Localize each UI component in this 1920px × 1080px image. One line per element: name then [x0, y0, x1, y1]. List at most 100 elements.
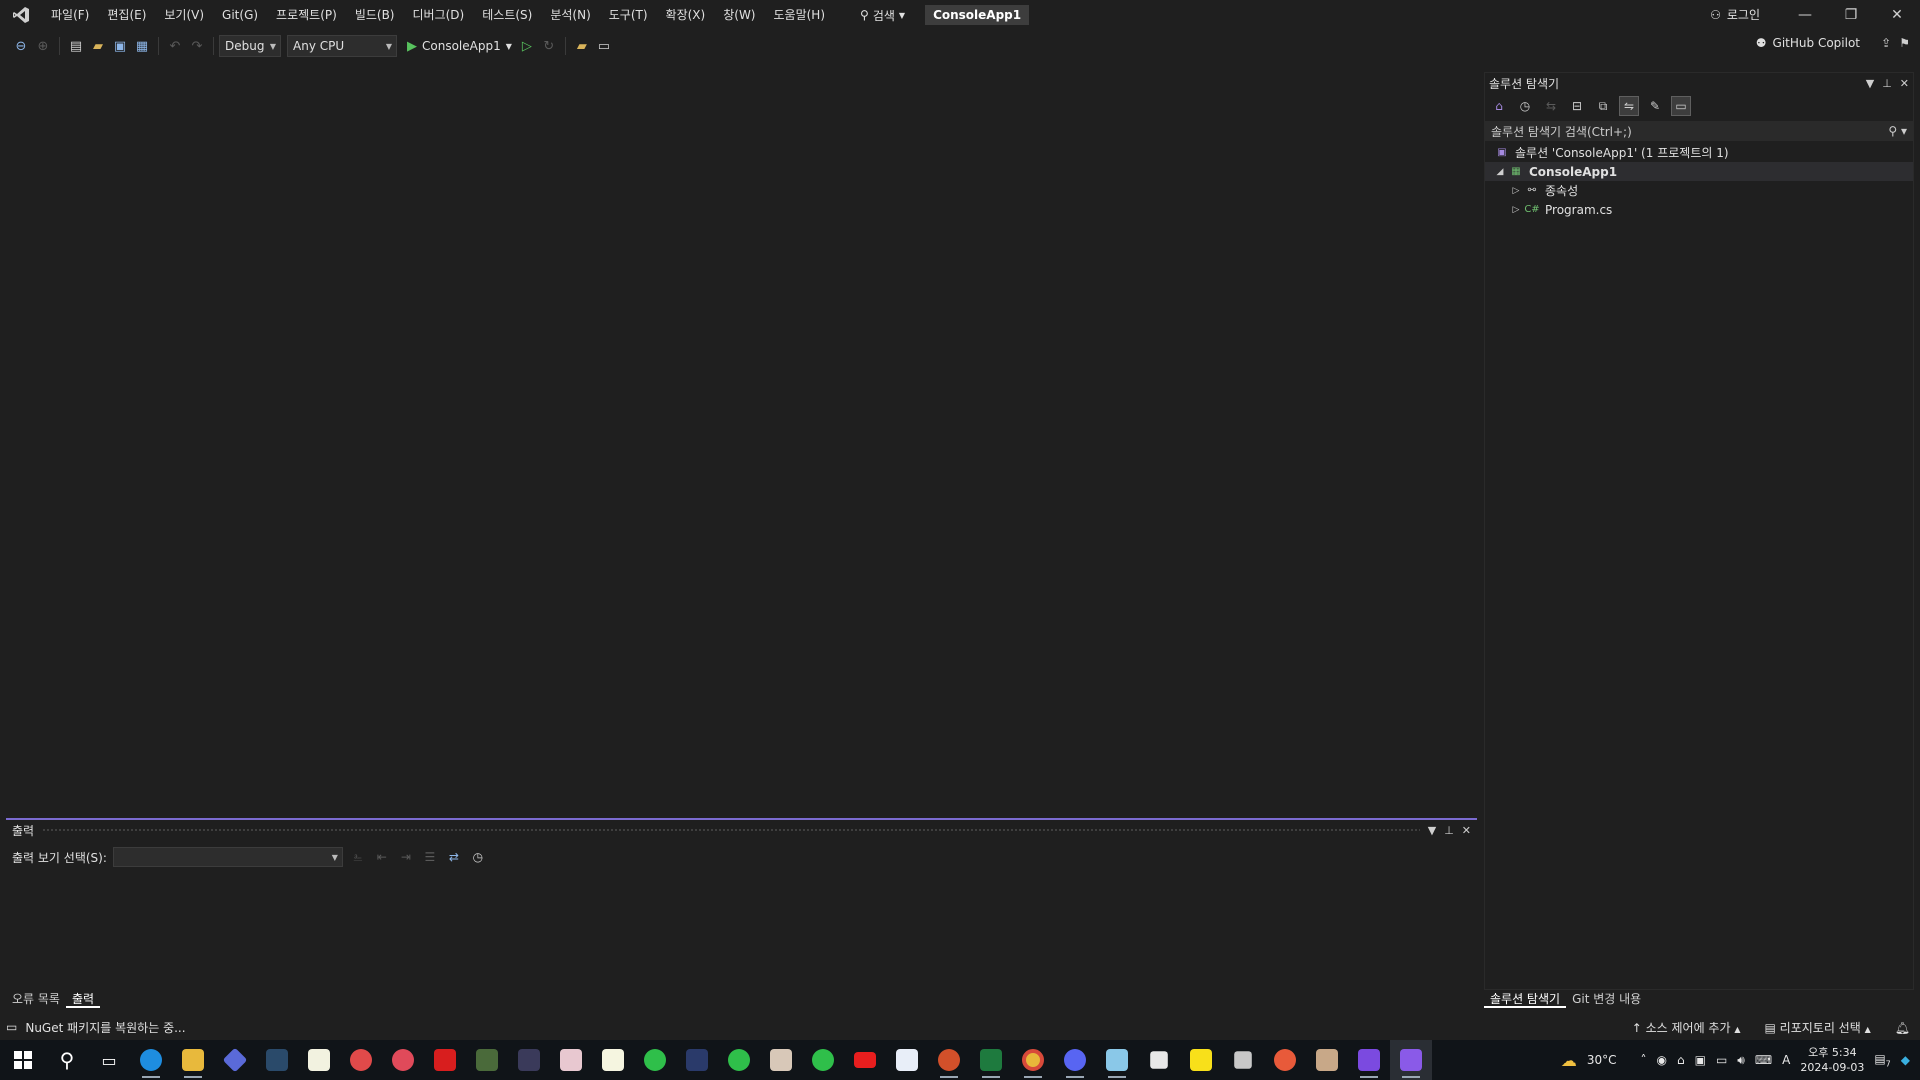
- login-button[interactable]: ⚇ 로그인: [1710, 6, 1760, 23]
- powerpoint-icon[interactable]: [928, 1040, 970, 1080]
- app-icon-3[interactable]: [382, 1040, 424, 1080]
- menu-file[interactable]: 파일(F): [42, 3, 98, 27]
- tab-error-list[interactable]: 오류 목록: [6, 988, 66, 1008]
- global-search-button[interactable]: ⚲ 검색 ▼: [854, 7, 911, 24]
- app-icon-6[interactable]: [508, 1040, 550, 1080]
- redo-icon[interactable]: ↷: [186, 35, 208, 57]
- home-icon[interactable]: ⌂: [1489, 96, 1509, 116]
- record-icon[interactable]: ◉: [1656, 1053, 1666, 1067]
- app-icon-14[interactable]: [1306, 1040, 1348, 1080]
- start-without-debugging-icon[interactable]: ▷: [516, 35, 538, 57]
- add-to-source-control-button[interactable]: ↑ 소스 제어에 추가 ▲: [1632, 1019, 1741, 1036]
- pin-icon[interactable]: ⊥: [1882, 77, 1892, 90]
- minimize-button[interactable]: —: [1782, 0, 1828, 30]
- next-message-icon[interactable]: ⇥: [397, 848, 415, 866]
- layout-icon[interactable]: ▭: [593, 35, 615, 57]
- app-icon-7[interactable]: [550, 1040, 592, 1080]
- chrome-icon[interactable]: [1012, 1040, 1054, 1080]
- menu-edit[interactable]: 편집(E): [98, 3, 155, 27]
- window-position-icon[interactable]: ▼: [1428, 824, 1436, 837]
- clear-all-icon[interactable]: ☰: [421, 848, 439, 866]
- word-wrap-icon[interactable]: ⇄: [445, 848, 463, 866]
- menu-window[interactable]: 창(W): [714, 3, 764, 27]
- line-icon-1[interactable]: [634, 1040, 676, 1080]
- pin-icon[interactable]: ⊥: [1444, 824, 1454, 837]
- app-icon-8[interactable]: [592, 1040, 634, 1080]
- navigate-forward-icon[interactable]: ⊕: [32, 35, 54, 57]
- youtube-icon[interactable]: [844, 1040, 886, 1080]
- steam-icon[interactable]: [256, 1040, 298, 1080]
- feedback-icon[interactable]: ⚑: [1899, 36, 1910, 50]
- copilot-app-icon[interactable]: [214, 1040, 256, 1080]
- app-icon-12[interactable]: [1096, 1040, 1138, 1080]
- expanded-arrow-icon[interactable]: ◢: [1493, 167, 1507, 177]
- tab-output[interactable]: 출력: [65, 988, 101, 1008]
- find-message-icon[interactable]: ⎁: [349, 848, 367, 866]
- hot-reload-icon[interactable]: ↻: [538, 35, 560, 57]
- restore-button[interactable]: ❐: [1828, 0, 1874, 30]
- menu-debug[interactable]: 디버그(D): [404, 3, 474, 27]
- menu-view[interactable]: 보기(V): [155, 3, 213, 27]
- switch-views-icon[interactable]: ⇋: [1619, 96, 1639, 116]
- tree-item-program-cs[interactable]: ▷ C# Program.cs: [1485, 200, 1913, 219]
- save-icon[interactable]: ▣: [109, 35, 131, 57]
- clock[interactable]: 오후 5:34 2024-09-03: [1800, 1045, 1864, 1075]
- close-window-button[interactable]: ✕: [1874, 0, 1920, 30]
- visual-studio-active-icon[interactable]: [1390, 1040, 1432, 1080]
- share-icon[interactable]: ⇪: [1881, 36, 1891, 50]
- timestamp-icon[interactable]: ◷: [469, 848, 487, 866]
- tree-item-solution[interactable]: ▣ 솔루션 'ConsoleApp1' (1 프로젝트의 1): [1485, 143, 1913, 162]
- app-icon-10[interactable]: [760, 1040, 802, 1080]
- windows-start-button[interactable]: [0, 1040, 46, 1080]
- network-icon[interactable]: ▭: [1716, 1053, 1727, 1067]
- close-icon[interactable]: ✕: [1900, 77, 1909, 90]
- sync-active-document-icon[interactable]: ⇆: [1541, 96, 1561, 116]
- menu-tools[interactable]: 도구(T): [600, 3, 657, 27]
- start-debugging-button[interactable]: ▶ ConsoleApp1 ▼: [403, 39, 516, 54]
- app-icon-1[interactable]: [298, 1040, 340, 1080]
- kakaotalk-icon[interactable]: [1180, 1040, 1222, 1080]
- open-file-icon[interactable]: ▰: [87, 35, 109, 57]
- solution-configuration-dropdown[interactable]: Debug ▼: [219, 35, 281, 57]
- app-icon-13[interactable]: [1264, 1040, 1306, 1080]
- navigate-back-icon[interactable]: ⊖: [10, 35, 32, 57]
- close-icon[interactable]: ✕: [1462, 824, 1471, 837]
- volume-icon[interactable]: 🔊︎: [1737, 1053, 1745, 1068]
- line-icon-3[interactable]: [802, 1040, 844, 1080]
- collapsed-arrow-icon[interactable]: ▷: [1509, 205, 1523, 215]
- visual-studio-icon[interactable]: [1348, 1040, 1390, 1080]
- collapsed-arrow-icon[interactable]: ▷: [1509, 186, 1523, 196]
- previous-message-icon[interactable]: ⇤: [373, 848, 391, 866]
- tree-item-dependencies[interactable]: ▷ ⚯ 종속성: [1485, 181, 1913, 200]
- menu-git[interactable]: Git(G): [213, 3, 267, 27]
- discord-icon[interactable]: [1054, 1040, 1096, 1080]
- weather-icon[interactable]: ☁: [1561, 1051, 1577, 1070]
- tab-git-changes[interactable]: Git 변경 내용: [1566, 988, 1647, 1008]
- keyboard-icon[interactable]: ⌨: [1755, 1053, 1772, 1067]
- new-project-icon[interactable]: ▤: [65, 35, 87, 57]
- app-icon-11[interactable]: [886, 1040, 928, 1080]
- menu-analyze[interactable]: 분석(N): [541, 3, 599, 27]
- usb-icon[interactable]: ⌂: [1677, 1053, 1685, 1067]
- file-explorer-icon[interactable]: [172, 1040, 214, 1080]
- unity-icon[interactable]: [1138, 1040, 1180, 1080]
- output-source-dropdown[interactable]: ▼: [112, 847, 343, 867]
- notification-center-icon[interactable]: ▤7: [1874, 1052, 1890, 1068]
- visual-studio-logo-icon[interactable]: [10, 4, 32, 26]
- tab-solution-explorer[interactable]: 솔루션 탐색기: [1484, 988, 1567, 1008]
- temperature[interactable]: 30°C: [1587, 1053, 1617, 1067]
- taskbar-search-icon[interactable]: ⚲: [46, 1040, 88, 1080]
- excel-icon[interactable]: [970, 1040, 1012, 1080]
- tree-item-project[interactable]: ◢ ▦ ConsoleApp1: [1485, 162, 1913, 181]
- window-position-icon[interactable]: ▼: [1866, 77, 1874, 90]
- menu-extensions[interactable]: 확장(X): [657, 3, 715, 27]
- menu-help[interactable]: 도움말(H): [765, 3, 835, 27]
- edge-browser-icon[interactable]: [130, 1040, 172, 1080]
- app-icon-2[interactable]: [340, 1040, 382, 1080]
- widgets-icon[interactable]: ◆: [1901, 1053, 1910, 1067]
- app-icon-5[interactable]: [466, 1040, 508, 1080]
- display-icon[interactable]: ▣: [1695, 1053, 1706, 1067]
- task-view-icon[interactable]: ▭: [88, 1040, 130, 1080]
- ime-indicator[interactable]: A: [1782, 1053, 1790, 1067]
- menu-build[interactable]: 빌드(B): [346, 3, 404, 27]
